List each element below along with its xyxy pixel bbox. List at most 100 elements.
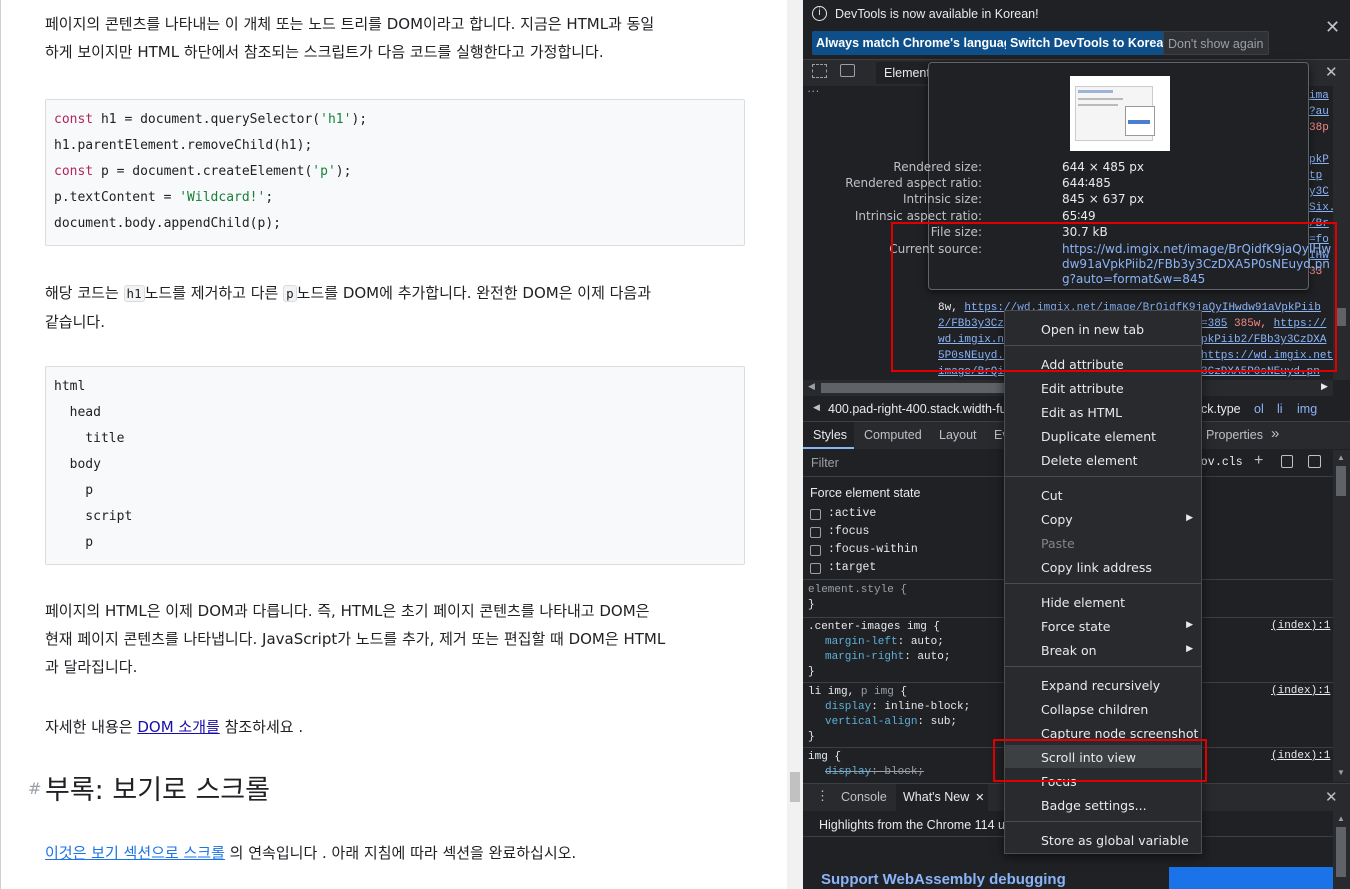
language-infobar: i DevTools is now available in Korean! ✕…	[803, 0, 1350, 59]
menu-copy-link-address[interactable]: Copy link address	[1041, 560, 1152, 575]
rule-center-images: .center-images img { margin-left: auto; …	[808, 621, 951, 678]
state-label: :active	[828, 507, 877, 520]
tooltip-label: Intrinsic aspect ratio:	[854, 209, 982, 223]
tab-whats-new[interactable]: What's New ✕	[896, 784, 988, 811]
tree-line: p	[54, 483, 94, 498]
intrinsic-size-value: 845 × 637 px	[1062, 192, 1145, 206]
tab-styles[interactable]: Styles	[803, 422, 854, 449]
whats-new-heading[interactable]: Support WebAssembly debugging	[821, 871, 1066, 888]
close-drawer-icon[interactable]: ✕	[1325, 788, 1338, 806]
promo-image	[1169, 867, 1333, 889]
breadcrumb-item-ol[interactable]: ol	[1254, 402, 1264, 416]
submenu-arrow-icon: ▶	[1186, 620, 1193, 630]
active-checkbox[interactable]	[810, 509, 821, 520]
text-line: 현재 페이지 콘텐츠를 나타냅니다. JavaScript가 노드를 추가, 제…	[45, 630, 666, 648]
highlight-box-source	[891, 222, 1337, 372]
tab-layout[interactable]: Layout	[939, 428, 977, 442]
breadcrumb-item-img[interactable]: img	[1297, 402, 1317, 416]
device-toolbar-icon[interactable]	[840, 64, 855, 77]
dom-intro-link[interactable]: DOM 소개를	[137, 718, 219, 736]
cls-button[interactable]: .cls	[1215, 456, 1243, 469]
text-line: 페이지의 콘텐츠를 나타내는 이 개체 또는 노드 트리를 DOM이라고 합니다…	[45, 15, 655, 33]
close-devtools-icon[interactable]: ✕	[1325, 63, 1338, 81]
breadcrumb-item[interactable]: ck.type	[1201, 402, 1241, 416]
drawer-scrollbar[interactable]: ▲	[1333, 811, 1350, 889]
tree-line: title	[54, 431, 125, 446]
code-line: document.body.appendChild(p);	[54, 216, 281, 231]
menu-badge-settings[interactable]: Badge settings...	[1041, 798, 1147, 813]
rendered-size-value: 644 × 485 px	[1062, 160, 1145, 174]
inline-code: p	[283, 285, 297, 302]
paint-icon[interactable]	[1281, 455, 1293, 468]
code-line: p.textContent = 'Wildcard!';	[54, 190, 274, 205]
menu-collapse-children[interactable]: Collapse children	[1041, 702, 1148, 717]
tree-line: body	[54, 457, 101, 472]
breadcrumb-item[interactable]: 400.pad-right-400.stack.width-fu	[828, 402, 1007, 416]
target-checkbox[interactable]	[810, 563, 821, 574]
menu-edit-as-html[interactable]: Edit as HTML	[1041, 405, 1122, 420]
styles-scrollbar[interactable]: ▲ ▼	[1333, 450, 1350, 782]
menu-break-on[interactable]: Break on	[1041, 643, 1097, 658]
new-style-rule-icon[interactable]: +	[1254, 452, 1263, 470]
more-tabs-icon[interactable]: »	[1271, 425, 1279, 442]
scroll-into-view-section-link[interactable]: 이것은 보기 섹션으로 스크롤	[45, 844, 225, 862]
paragraph-more-info: 자세한 내용은 DOM 소개를 참조하세요 .	[45, 718, 304, 736]
tooltip-label: Intrinsic size:	[902, 192, 982, 206]
intrinsic-aspect-value: 65∶49	[1062, 209, 1096, 223]
menu-store-global-variable[interactable]: Store as global variable	[1041, 833, 1189, 848]
tree-line: script	[54, 509, 133, 524]
state-label: :focus	[828, 525, 870, 538]
dom-tree-code-block: html head title body p script p	[45, 366, 745, 565]
menu-delete-element[interactable]: Delete element	[1041, 453, 1138, 468]
article-page: 페이지의 콘텐츠를 나타내는 이 개체 또는 노드 트리를 DOM이라고 합니다…	[0, 0, 787, 889]
rule-li-img: li img, p img { display: inline-block; v…	[808, 686, 971, 743]
close-tab-icon[interactable]: ✕	[975, 792, 984, 804]
always-match-language-button[interactable]: Always match Chrome's language	[812, 31, 1023, 55]
paragraph-code-result: 해당 코드는 h1 노드를 제거하고 다른 p 노드를 DOM에 추가합니다. 완전…	[45, 279, 745, 336]
highlights-text: Highlights from the Chrome 114 up	[819, 818, 1012, 832]
switch-to-korean-button[interactable]: Switch DevTools to Korean	[1006, 31, 1175, 55]
filter-input[interactable]: Filter	[811, 456, 839, 470]
focus-checkbox[interactable]	[810, 527, 821, 538]
info-icon: i	[812, 6, 827, 21]
menu-copy[interactable]: Copy	[1041, 512, 1073, 527]
code-line: h1.parentElement.removeChild(h1);	[54, 138, 313, 153]
text-line: 페이지의 HTML은 이제 DOM과 다릅니다. 즉, HTML은 초기 페이지…	[45, 602, 650, 620]
page-scrollbar-track[interactable]	[787, 0, 803, 889]
focus-within-checkbox[interactable]	[810, 545, 821, 556]
rendered-aspect-value: 644∶485	[1062, 176, 1111, 190]
text-line: 해당 코드는 h1 노드를 제거하고 다른 p 노드를 DOM에 추가합니다. 완전…	[45, 284, 652, 302]
code-line: const h1 = document.querySelector('h1');	[54, 112, 368, 127]
section-heading: 부록: 보기로 스크롤	[45, 775, 270, 806]
source-link[interactable]: (index):1	[1271, 685, 1330, 697]
page-scrollbar-thumb[interactable]	[790, 772, 800, 802]
source-link[interactable]: (index):1	[1271, 750, 1330, 762]
toggle-sidebar-icon[interactable]	[1308, 455, 1321, 468]
menu-expand-recursively[interactable]: Expand recursively	[1041, 678, 1160, 693]
state-label: :target	[828, 561, 877, 574]
drawer-menu-icon[interactable]: ⋮	[816, 788, 829, 804]
text-line: 과 달라집니다.	[45, 658, 138, 676]
code-line: const p = document.createElement('p');	[54, 164, 352, 179]
tab-properties[interactable]: Properties	[1206, 428, 1263, 442]
source-link[interactable]: (index):1	[1271, 620, 1330, 632]
paragraph-continuation: 이것은 보기 섹션으로 스크롤 의 연속입니다 . 아래 지침에 따라 섹션을 …	[45, 844, 577, 862]
more-icon[interactable]: ···	[807, 84, 820, 98]
heading-anchor[interactable]: #	[28, 779, 41, 798]
attribute-fragments: ima ?au 38p	[1309, 90, 1329, 134]
menu-duplicate-element[interactable]: Duplicate element	[1041, 429, 1156, 444]
text-line: 같습니다.	[45, 313, 105, 331]
close-icon[interactable]: ✕	[1325, 17, 1340, 38]
menu-cut[interactable]: Cut	[1041, 488, 1063, 503]
menu-hide-element[interactable]: Hide element	[1041, 595, 1125, 610]
menu-force-state[interactable]: Force state	[1041, 619, 1110, 634]
tab-computed[interactable]: Computed	[864, 428, 922, 442]
menu-edit-attribute[interactable]: Edit attribute	[1041, 381, 1124, 396]
menu-paste: Paste	[1041, 536, 1075, 551]
tree-line: p	[54, 535, 94, 550]
inspect-element-icon[interactable]	[812, 64, 827, 78]
submenu-arrow-icon: ▶	[1186, 644, 1193, 654]
dont-show-again-button[interactable]: Don't show again	[1163, 31, 1269, 55]
breadcrumb-item-li[interactable]: li	[1277, 402, 1283, 416]
tab-console[interactable]: Console	[841, 790, 887, 804]
